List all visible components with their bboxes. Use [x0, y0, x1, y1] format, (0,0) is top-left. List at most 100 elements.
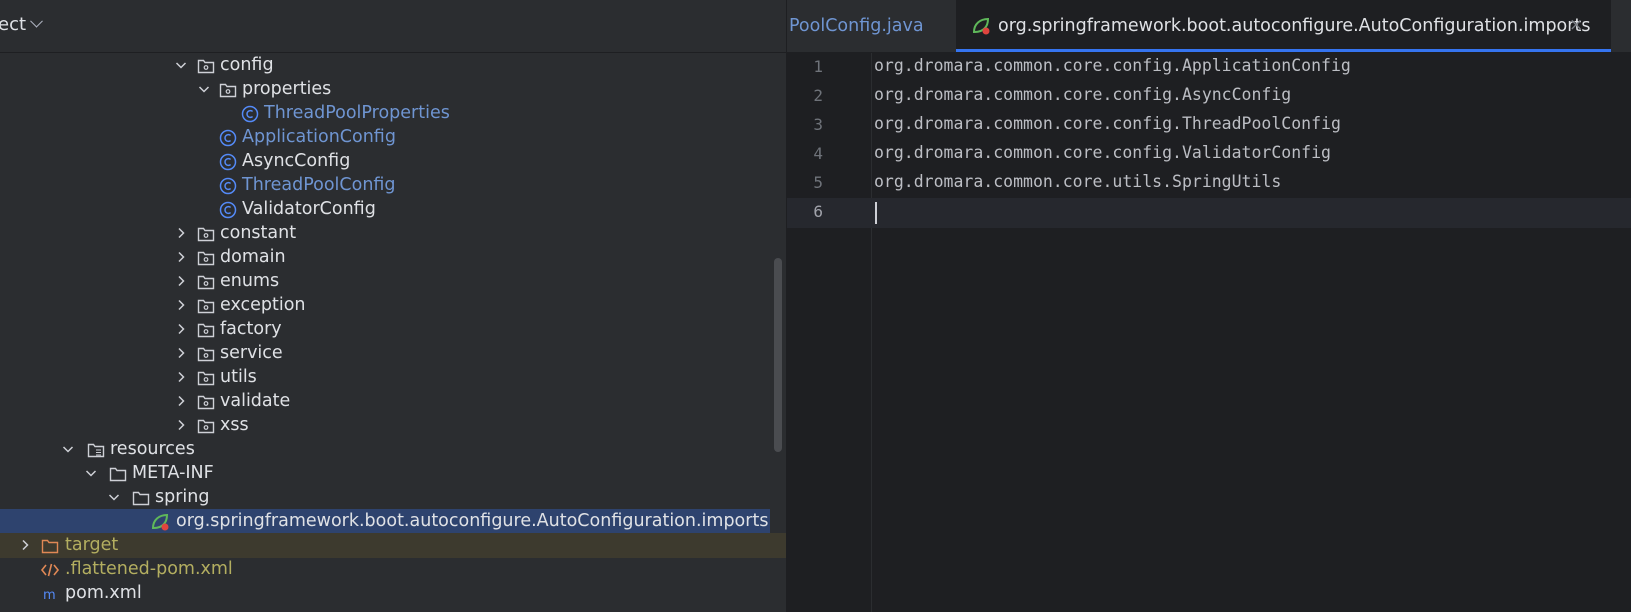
chevron-right-icon[interactable]: [173, 249, 189, 265]
line-number: 4: [813, 144, 823, 163]
tree-item-config[interactable]: config: [0, 53, 786, 78]
line-number: 1: [813, 57, 823, 76]
chevron-right-icon[interactable]: [173, 393, 189, 409]
tree-item-validate[interactable]: validate: [0, 389, 786, 414]
chevron-right-icon[interactable]: [173, 321, 189, 337]
package-icon: [196, 248, 216, 268]
package-icon: [196, 416, 216, 436]
code-line[interactable]: 1 org.dromara.common.core.config.Applicat…: [787, 53, 1631, 83]
chevron-right-icon[interactable]: [173, 345, 189, 361]
chevron-down-icon[interactable]: [83, 465, 99, 481]
tree-item-label: properties: [242, 79, 332, 99]
chevron-right-icon[interactable]: [173, 273, 189, 289]
tree-item-constant[interactable]: constant: [0, 221, 786, 246]
tree-item-label: pom.xml: [65, 583, 142, 603]
project-view-title: ect: [0, 14, 27, 35]
tree-item-threadpoolconfig[interactable]: ThreadPoolConfig: [0, 173, 786, 198]
tree-item-label: resources: [110, 439, 195, 459]
tree-item-domain[interactable]: domain: [0, 245, 786, 270]
code-line[interactable]: 5 org.dromara.common.core.utils.SpringUti…: [787, 169, 1631, 199]
tree-item-label: AsyncConfig: [242, 151, 351, 171]
package-icon: [196, 272, 216, 292]
tree-item-label: config: [220, 55, 274, 75]
chevron-right-icon[interactable]: [17, 537, 33, 553]
package-icon: [196, 56, 216, 76]
chevron-down-icon[interactable]: [30, 14, 43, 28]
code-line[interactable]: 3 org.dromara.common.core.config.ThreadPo…: [787, 111, 1631, 141]
code-text[interactable]: org.dromara.common.core.config.Validator…: [874, 143, 1331, 162]
tree-item-spring[interactable]: spring: [0, 485, 786, 510]
code-text[interactable]: org.dromara.common.core.config.ThreadPoo…: [874, 114, 1341, 133]
package-icon: [196, 224, 216, 244]
tree-item-label: domain: [220, 247, 286, 267]
tree-item-enums[interactable]: enums: [0, 269, 786, 294]
tree-item-applicationconfig[interactable]: ApplicationConfig: [0, 125, 786, 150]
tree-item-utils[interactable]: utils: [0, 365, 786, 390]
chevron-right-icon[interactable]: [173, 369, 189, 385]
code-text[interactable]: org.dromara.common.core.config.AsyncConf…: [874, 85, 1291, 104]
code-line[interactable]: 4 org.dromara.common.core.config.Validato…: [787, 140, 1631, 170]
class-icon: [218, 176, 238, 196]
package-icon: [196, 392, 216, 412]
code-text[interactable]: org.dromara.common.core.utils.SpringUtil…: [874, 172, 1281, 191]
project-panel-header: ect: [0, 0, 786, 53]
tree-item-label: factory: [220, 319, 282, 339]
package-icon: [196, 296, 216, 316]
tree-item-threadpoolproperties[interactable]: ThreadPoolProperties: [0, 101, 786, 126]
tree-item-factory[interactable]: factory: [0, 317, 786, 342]
editor-tab-bar: PoolConfig.java org.springframework.boot…: [787, 0, 1631, 53]
chevron-down-icon[interactable]: [106, 489, 122, 505]
folder-icon: [131, 488, 151, 508]
tab-poolconfig-java[interactable]: PoolConfig.java: [787, 0, 955, 52]
tree-item-xss[interactable]: xss: [0, 413, 786, 438]
code-text[interactable]: org.dromara.common.core.config.Applicati…: [874, 56, 1351, 75]
resources-folder-icon: [86, 440, 106, 460]
tree-scrollbar[interactable]: [774, 258, 782, 452]
tree-item-label: enums: [220, 271, 280, 291]
tree-item-label: ApplicationConfig: [242, 127, 396, 147]
code-line[interactable]: 2 org.dromara.common.core.config.AsyncCon…: [787, 82, 1631, 112]
chevron-down-icon[interactable]: [60, 441, 76, 457]
xml-file-icon: [40, 560, 60, 580]
spring-leaf-icon: [150, 512, 170, 532]
project-view-selector[interactable]: ect: [0, 14, 43, 35]
tree-item-exception[interactable]: exception: [0, 293, 786, 318]
tree-item-org-springframework-boot-autoconfigure-autoconfiguration-imports[interactable]: org.springframework.boot.autoconfigure.A…: [0, 509, 770, 534]
chevron-right-icon[interactable]: [173, 225, 189, 241]
tree-item-label: ValidatorConfig: [242, 199, 376, 219]
text-caret: [875, 202, 877, 224]
tree-item-label: target: [65, 535, 119, 555]
tree-item-validatorconfig[interactable]: ValidatorConfig: [0, 197, 786, 222]
chevron-right-icon[interactable]: [173, 297, 189, 313]
package-icon: [196, 320, 216, 340]
tree-item-properties[interactable]: properties: [0, 77, 786, 102]
chevron-down-icon[interactable]: [173, 57, 189, 73]
tree-item-pom-xml[interactable]: m pom.xml: [0, 581, 786, 606]
tree-item-meta-inf[interactable]: META-INF: [0, 461, 786, 486]
tree-item-target[interactable]: target: [0, 533, 786, 558]
close-icon[interactable]: ×: [1569, 15, 1583, 35]
tree-item-asyncconfig[interactable]: AsyncConfig: [0, 149, 786, 174]
tree-item-label: xss: [220, 415, 249, 435]
tree-item-label: ThreadPoolProperties: [264, 103, 450, 123]
tree-item-label: service: [220, 343, 283, 363]
tree-item-label: exception: [220, 295, 306, 315]
tree-item-flattened-pom-xml[interactable]: .flattened-pom.xml: [0, 557, 786, 582]
line-number: 6: [813, 202, 823, 221]
tab-label: org.springframework.boot.autoconfigure.A…: [998, 16, 1591, 36]
code-line[interactable]: 6: [787, 198, 1631, 228]
package-icon: [196, 344, 216, 364]
tree-item-label: ThreadPoolConfig: [242, 175, 396, 195]
tree-item-resources[interactable]: resources: [0, 437, 786, 462]
folder-icon: [108, 464, 128, 484]
tab-autoconfiguration-imports[interactable]: org.springframework.boot.autoconfigure.A…: [956, 0, 1611, 52]
class-icon: [218, 128, 238, 148]
tree-item-service[interactable]: service: [0, 341, 786, 366]
chevron-right-icon[interactable]: [173, 417, 189, 433]
tree-item-label: org.springframework.boot.autoconfigure.A…: [176, 511, 769, 531]
spring-leaf-icon: [971, 16, 991, 36]
tree-item-label: META-INF: [132, 463, 214, 483]
chevron-down-icon[interactable]: [196, 81, 212, 97]
excluded-folder-icon: [40, 536, 60, 556]
tree-item-label: spring: [155, 487, 210, 507]
